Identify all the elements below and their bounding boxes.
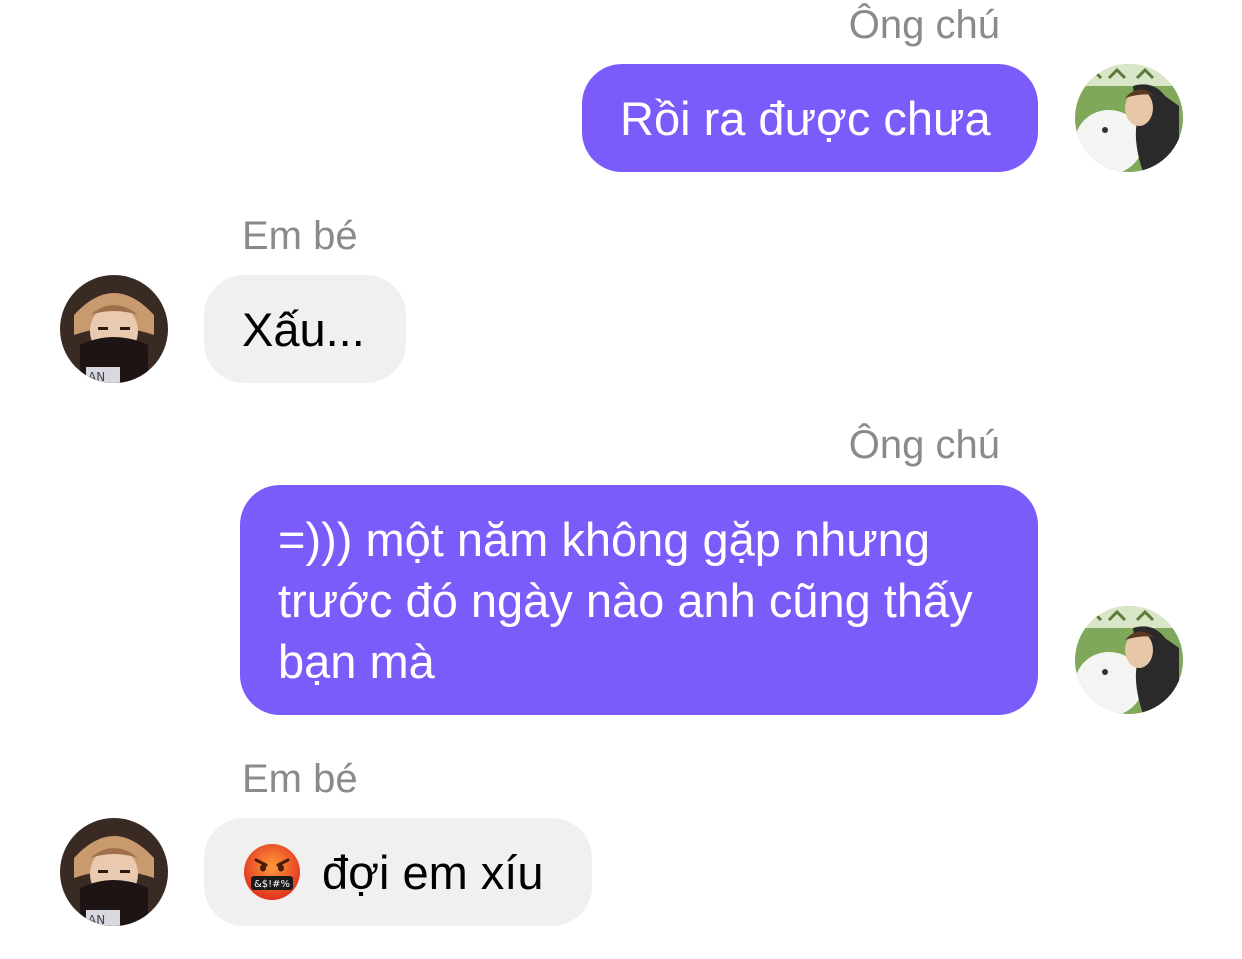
svg-text:AN: AN: [88, 913, 105, 926]
sender-name: Ông chú: [848, 423, 1000, 467]
avatar-ong-chu[interactable]: [1075, 606, 1183, 714]
message-text: Rồi ra được chưa: [620, 91, 991, 145]
avatar-photo-icon: [1075, 64, 1183, 172]
avatar-ong-chu[interactable]: [1075, 64, 1183, 172]
message-text: =))) một năm không gặp nhưng trước đó ng…: [278, 513, 973, 688]
message-bubble-outgoing[interactable]: =))) một năm không gặp nhưng trước đó ng…: [240, 485, 1038, 715]
svg-text:&$!#%: &$!#%: [254, 879, 290, 890]
face-with-symbols-on-mouth-icon: &$!#%: [244, 844, 300, 900]
avatar-photo-icon: AN: [60, 818, 168, 926]
message-bubble-incoming[interactable]: Xấu...: [204, 275, 406, 383]
sender-name: Em bé: [242, 757, 358, 801]
message-bubble-incoming[interactable]: &$!#% đợi em xíu: [204, 818, 592, 926]
sender-name: Em bé: [242, 214, 358, 258]
sender-name: Ông chú: [848, 3, 1000, 47]
message-bubble-outgoing[interactable]: Rồi ra được chưa: [582, 64, 1038, 172]
avatar-em-be[interactable]: AN: [60, 818, 168, 926]
svg-text:AN: AN: [88, 370, 105, 383]
avatar-em-be[interactable]: AN: [60, 275, 168, 383]
avatar-photo-icon: AN: [60, 275, 168, 383]
avatar-photo-icon: [1075, 606, 1183, 714]
message-text: Xấu...: [242, 302, 365, 356]
message-text: đợi em xíu: [322, 845, 544, 899]
